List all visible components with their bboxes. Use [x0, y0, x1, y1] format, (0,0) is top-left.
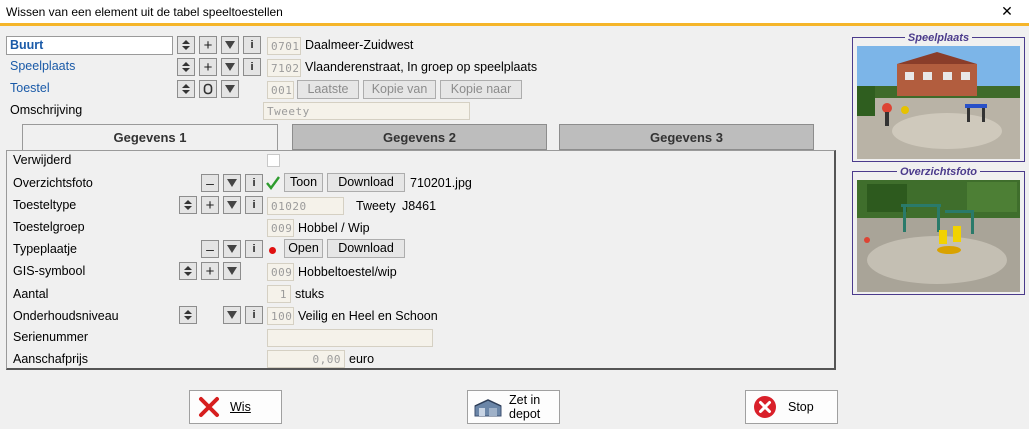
- gis-symbool-label: GIS-symbool: [13, 264, 86, 278]
- overzichtsfoto-label: Overzichtsfoto: [13, 176, 93, 190]
- info-icon[interactable]: i: [245, 306, 263, 324]
- overzichtsfoto-photo[interactable]: [857, 180, 1020, 292]
- add-icon[interactable]: +: [199, 58, 217, 76]
- sort-updown-icon[interactable]: [179, 196, 197, 214]
- speelplaats-value: Vlaanderenstraat, In groep op speelplaat…: [305, 60, 538, 74]
- toestelgroep-code: 009: [267, 219, 294, 237]
- open-button[interactable]: Open: [284, 239, 323, 258]
- red-dot-icon: [269, 247, 276, 254]
- stop-button[interactable]: Stop: [745, 390, 838, 424]
- sort-updown-icon[interactable]: [177, 58, 195, 76]
- minus-icon[interactable]: –: [201, 174, 219, 192]
- sort-updown-icon[interactable]: [177, 36, 195, 54]
- minus-icon[interactable]: –: [201, 240, 219, 258]
- toesteltype-model: J8461: [402, 199, 437, 213]
- dropdown-icon[interactable]: [221, 58, 239, 76]
- wis-label: Wis: [230, 400, 251, 414]
- speelplaats-photo-frame: Speelplaats: [852, 32, 1025, 162]
- add-icon[interactable]: +: [199, 36, 217, 54]
- gis-symbool-value: Hobbeltoestel/wip: [298, 265, 397, 279]
- stop-circle-icon: [750, 395, 780, 419]
- speelplaats-photo-caption: Speelplaats: [904, 32, 973, 44]
- verwijderd-checkbox[interactable]: [267, 154, 280, 167]
- info-icon[interactable]: i: [245, 174, 263, 192]
- dropdown-icon[interactable]: [223, 196, 241, 214]
- speelplaats-photo[interactable]: [857, 46, 1020, 159]
- info-icon[interactable]: i: [245, 240, 263, 258]
- stop-label: Stop: [788, 400, 814, 414]
- aantal-input[interactable]: 1: [267, 285, 291, 303]
- info-icon[interactable]: i: [243, 36, 261, 54]
- serienummer-input[interactable]: [267, 329, 433, 347]
- add-icon[interactable]: +: [201, 196, 219, 214]
- overzichtsfoto-photo-caption: Overzichtsfoto: [896, 166, 980, 178]
- close-icon[interactable]: ✕: [985, 0, 1029, 23]
- speelplaats-code: 7102: [267, 59, 301, 77]
- dropdown-icon[interactable]: [223, 262, 241, 280]
- omschrijving-input[interactable]: Tweety: [263, 102, 470, 120]
- sort-updown-icon[interactable]: [177, 80, 195, 98]
- toestelgroep-label: Toestelgroep: [13, 220, 85, 234]
- toestel-label[interactable]: Toestel: [10, 81, 50, 95]
- depot-building-icon: [471, 396, 505, 418]
- aantal-label: Aantal: [13, 287, 49, 301]
- zero-icon[interactable]: [199, 80, 217, 98]
- toon-button[interactable]: Toon: [284, 173, 323, 192]
- toesteltype-code: 01020: [267, 197, 344, 215]
- dropdown-icon[interactable]: [221, 36, 239, 54]
- toestelgroep-value: Hobbel / Wip: [298, 221, 370, 235]
- aanschafprijs-unit: euro: [349, 352, 375, 366]
- info-icon[interactable]: i: [245, 196, 263, 214]
- dropdown-icon[interactable]: [223, 240, 241, 258]
- tab-gegevens-2[interactable]: Gegevens 2: [292, 124, 547, 150]
- sort-updown-icon[interactable]: [179, 306, 197, 324]
- kopie-naar-button[interactable]: Kopie naar: [440, 80, 522, 99]
- gis-symbool-code: 009: [267, 263, 294, 281]
- tab-gegevens-1[interactable]: Gegevens 1: [22, 124, 278, 151]
- add-icon[interactable]: +: [201, 262, 219, 280]
- typeplaatje-download-button[interactable]: Download: [327, 239, 405, 258]
- sort-updown-icon[interactable]: [179, 262, 197, 280]
- buurt-value: Daalmeer-Zuidwest: [305, 38, 414, 52]
- aantal-unit: stuks: [295, 287, 325, 301]
- omschrijving-label: Omschrijving: [10, 103, 83, 117]
- tab-gegevens-3[interactable]: Gegevens 3: [559, 124, 814, 150]
- info-icon[interactable]: i: [243, 58, 261, 76]
- zet-in-depot-button[interactable]: Zet in depot: [467, 390, 560, 424]
- toesteltype-name: Tweety: [356, 199, 396, 213]
- red-x-icon: [194, 396, 224, 418]
- toestel-code: 001: [267, 81, 294, 99]
- aanschafprijs-input[interactable]: 0,00: [267, 350, 345, 368]
- depot-label: depot: [509, 407, 541, 421]
- title-bar: Wissen van een element uit de tabel spee…: [0, 0, 1029, 26]
- dropdown-icon[interactable]: [223, 174, 241, 192]
- zet-in-label: Zet in: [509, 393, 541, 407]
- checkmark-icon: [266, 176, 280, 193]
- overzichtsfoto-filename: 710201.jpg: [410, 176, 472, 190]
- aanschafprijs-label: Aanschafprijs: [13, 352, 89, 366]
- dropdown-icon[interactable]: [221, 80, 239, 98]
- onderhoudsniveau-value: Veilig en Heel en Schoon: [298, 309, 438, 323]
- buurt-label-selected[interactable]: Buurt: [6, 36, 173, 55]
- speelplaats-label[interactable]: Speelplaats: [10, 59, 75, 73]
- verwijderd-label: Verwijderd: [13, 153, 72, 167]
- wis-button[interactable]: Wis: [189, 390, 282, 424]
- window-title: Wissen van een element uit de tabel spee…: [6, 5, 283, 19]
- laatste-button[interactable]: Laatste: [297, 80, 359, 99]
- overzichtsfoto-photo-frame: Overzichtsfoto: [852, 166, 1025, 295]
- typeplaatje-label: Typeplaatje: [13, 242, 77, 256]
- onderhoudsniveau-label: Onderhoudsniveau: [13, 309, 119, 323]
- buurt-code: 0701: [267, 37, 301, 55]
- download-button[interactable]: Download: [327, 173, 405, 192]
- toesteltype-label: Toesteltype: [13, 198, 77, 212]
- kopie-van-button[interactable]: Kopie van: [363, 80, 436, 99]
- onderhoudsniveau-code: 100: [267, 307, 294, 325]
- dropdown-icon[interactable]: [223, 306, 241, 324]
- serienummer-label: Serienummer: [13, 330, 89, 344]
